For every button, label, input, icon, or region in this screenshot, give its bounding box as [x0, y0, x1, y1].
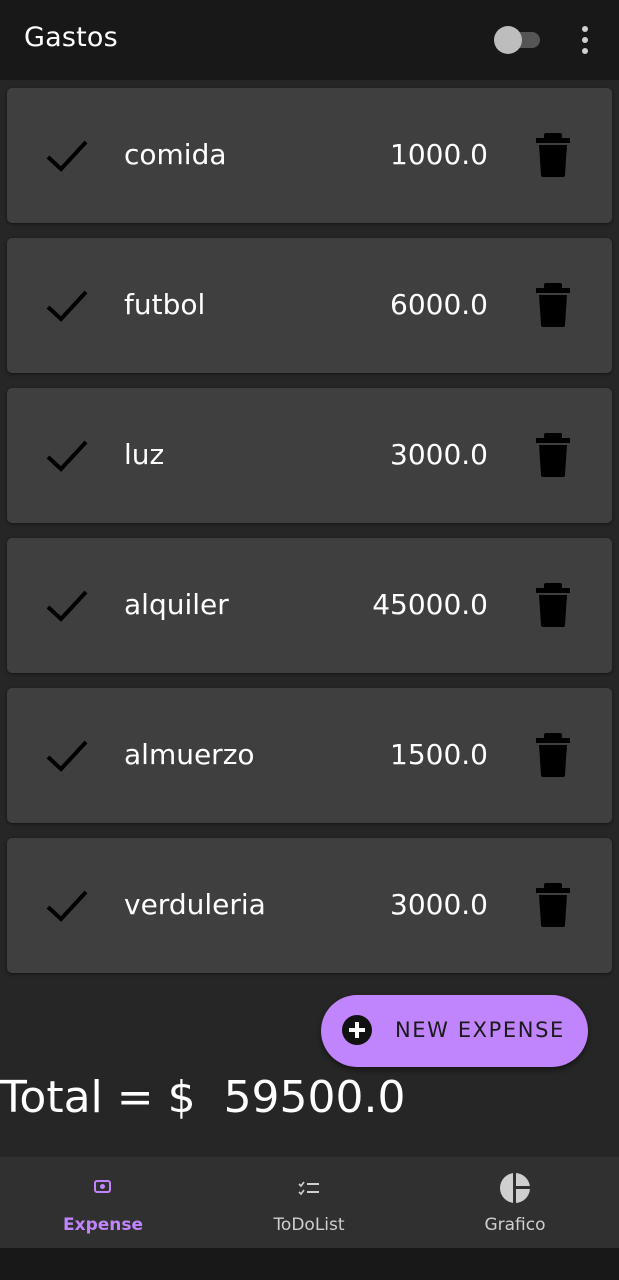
expense-list: comida 1000.0 futbol 6000.0 luz 3000.0 a…	[7, 88, 612, 988]
expense-name: luz	[124, 438, 165, 471]
expense-name: alquiler	[124, 588, 229, 621]
theme-toggle[interactable]	[494, 26, 542, 54]
nav-item-todolist[interactable]: ToDoList	[206, 1157, 412, 1248]
check-icon[interactable]	[45, 136, 89, 176]
expense-amount: 3000.0	[390, 438, 488, 471]
expense-card: futbol 6000.0	[7, 238, 612, 373]
trash-icon[interactable]	[535, 882, 571, 928]
expense-name: verduleria	[124, 888, 266, 921]
trash-icon[interactable]	[535, 732, 571, 778]
expense-card: verduleria 3000.0	[7, 838, 612, 973]
expense-amount: 1000.0	[390, 138, 488, 171]
bottom-navigation: Expense ToDoList Grafico	[0, 1157, 619, 1248]
toggle-knob	[494, 26, 522, 54]
nav-label-todolist: ToDoList	[273, 1215, 345, 1235]
check-icon[interactable]	[45, 886, 89, 926]
app-bar: Gastos	[0, 0, 619, 80]
check-icon[interactable]	[45, 286, 89, 326]
nav-item-expense[interactable]: Expense	[0, 1157, 206, 1248]
expense-card: almuerzo 1500.0	[7, 688, 612, 823]
checklist-icon	[298, 1181, 319, 1196]
money-icon	[94, 1180, 111, 1193]
check-icon[interactable]	[45, 586, 89, 626]
trash-icon[interactable]	[535, 282, 571, 328]
expense-card: comida 1000.0	[7, 88, 612, 223]
expense-card: alquiler 45000.0	[7, 538, 612, 673]
new-expense-button[interactable]: NEW EXPENSE	[321, 995, 588, 1067]
expense-amount: 6000.0	[390, 288, 488, 321]
nav-item-grafico[interactable]: Grafico	[412, 1157, 618, 1248]
expense-amount: 1500.0	[390, 738, 488, 771]
trash-icon[interactable]	[535, 582, 571, 628]
nav-label-expense: Expense	[62, 1215, 144, 1235]
add-circle-icon	[342, 1015, 372, 1045]
expense-amount: 3000.0	[390, 888, 488, 921]
check-icon[interactable]	[45, 436, 89, 476]
expense-name: futbol	[124, 288, 206, 321]
app-title: Gastos	[24, 22, 118, 53]
expense-amount: 45000.0	[372, 588, 488, 621]
expense-card: luz 3000.0	[7, 388, 612, 523]
trash-icon[interactable]	[535, 132, 571, 178]
check-icon[interactable]	[45, 736, 89, 776]
trash-icon[interactable]	[535, 432, 571, 478]
system-navigation-bar	[0, 1248, 619, 1280]
expense-name: almuerzo	[124, 738, 255, 771]
expense-name: comida	[124, 138, 227, 171]
nav-label-grafico: Grafico	[484, 1215, 546, 1235]
more-vert-icon[interactable]	[574, 24, 596, 56]
new-expense-label: NEW EXPENSE	[395, 1018, 565, 1042]
total-amount: Total = $ 59500.0	[0, 1072, 406, 1123]
pie-chart-icon	[500, 1172, 531, 1204]
